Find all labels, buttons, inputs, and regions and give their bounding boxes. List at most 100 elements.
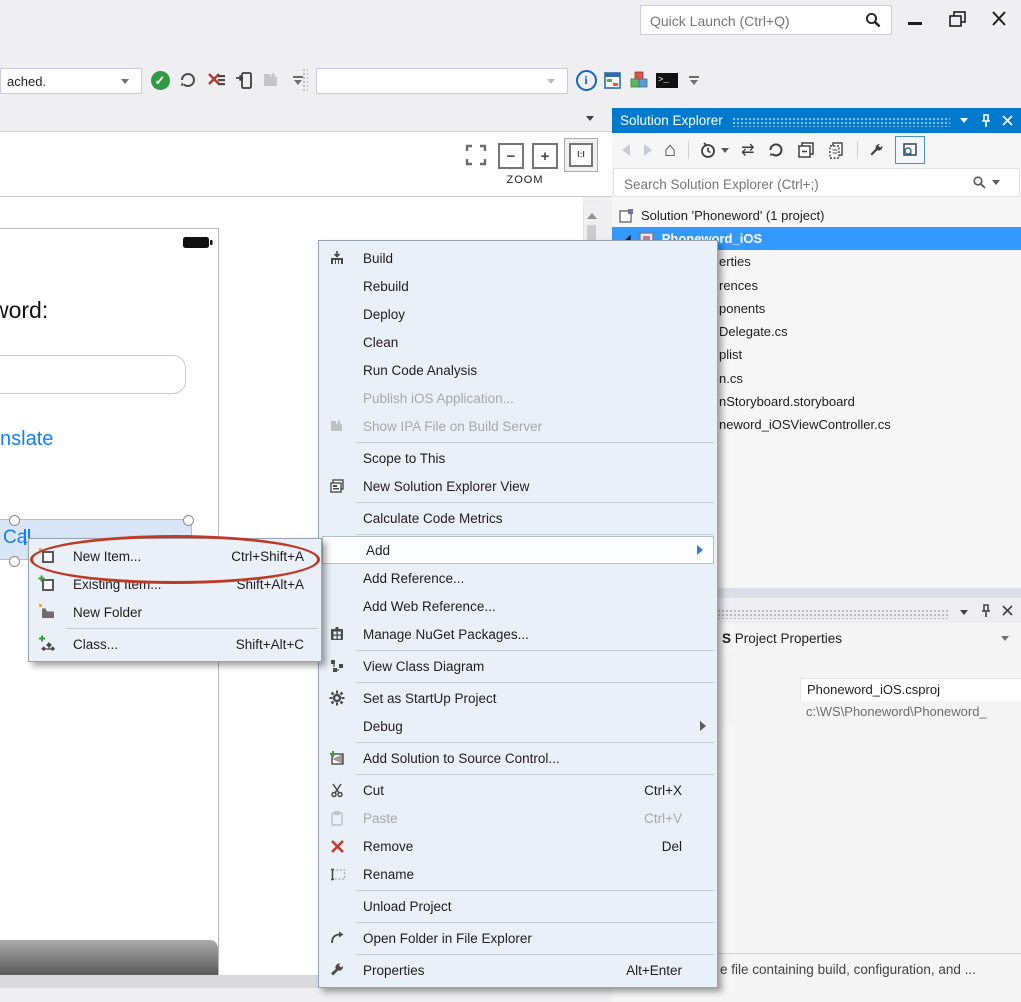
scrollbar-up-arrow[interactable] (587, 213, 597, 219)
titlebar-grip (733, 118, 950, 127)
menu-item-unload-project[interactable]: Unload Project (320, 892, 716, 920)
preview-selected-items-button[interactable] (895, 136, 925, 164)
solution-explorer-titlebar[interactable]: Solution Explorer (612, 108, 1021, 133)
menu-separator (356, 954, 714, 955)
menu-item-calculate-code-metrics[interactable]: Calculate Code Metrics (320, 504, 716, 532)
menu-separator (356, 502, 714, 503)
quick-launch-box[interactable] (640, 5, 892, 35)
document-dropdown-icon[interactable] (583, 112, 597, 126)
pin-icon[interactable] (980, 114, 992, 128)
refresh-icon[interactable] (767, 141, 785, 159)
property-value-cell[interactable]: Phoneword_iOS.csproj (800, 678, 1021, 702)
tree-item-fragment[interactable]: Delegate.cs (719, 324, 788, 339)
tree-item-fragment[interactable]: n.cs (719, 371, 743, 386)
new-solution-explorer-view-icon (320, 478, 354, 494)
restore-button[interactable] (942, 8, 972, 30)
source-control-icon (320, 750, 354, 766)
collapse-all-icon[interactable] (797, 141, 815, 159)
search-options-caret-icon[interactable] (992, 180, 1000, 185)
combo-caret-icon (1001, 636, 1009, 641)
debug-target-combo[interactable] (0, 68, 142, 94)
translate-button-fragment[interactable]: nslate (0, 428, 53, 451)
zoom-out-button[interactable]: − (498, 143, 524, 169)
solution-explorer-search-input[interactable] (622, 176, 956, 193)
menu-item-build[interactable]: Build (320, 244, 716, 272)
tree-item-fragment[interactable]: ponents (719, 301, 765, 316)
menu-item-deploy[interactable]: Deploy (320, 300, 716, 328)
menu-item-add-solution-to-source-control[interactable]: Add Solution to Source Control... (320, 744, 716, 772)
selection-handle[interactable] (9, 515, 20, 526)
window-position-icon[interactable] (960, 118, 968, 123)
menu-item-add-reference[interactable]: Add Reference... (320, 564, 716, 592)
menu-item-cut[interactable]: Cut Ctrl+X (320, 776, 716, 804)
menu-item-clean[interactable]: Clean (320, 328, 716, 356)
tree-item-fragment[interactable]: rences (719, 278, 758, 293)
build-config-combo-input[interactable] (321, 70, 543, 92)
preview-selected-items-icon (901, 141, 919, 159)
menu-item-manage-nuget-packages[interactable]: Manage NuGet Packages... (320, 620, 716, 648)
filter-dropdown-icon[interactable] (721, 148, 729, 153)
menu-item-properties[interactable]: Properties Alt+Enter (320, 956, 716, 984)
tree-row-solution[interactable]: Solution 'Phoneword' (1 project) (612, 204, 1021, 227)
device-log-icon[interactable] (601, 69, 623, 91)
close-icon[interactable] (1002, 115, 1013, 126)
console-icon[interactable]: >_ (656, 69, 678, 91)
toolbar-overflow-icon[interactable] (683, 69, 705, 91)
zoom-one-to-one-button[interactable]: I:I (564, 138, 598, 172)
menu-item-run-code-analysis[interactable]: Run Code Analysis (320, 356, 716, 384)
menu-item-class[interactable]: Class... Shift+Alt+C (30, 630, 320, 658)
menu-item-view-class-diagram[interactable]: View Class Diagram (320, 652, 716, 680)
submenu-arrow-icon (700, 721, 706, 731)
device-sync-icon[interactable] (233, 69, 255, 91)
sync-with-active-document-icon[interactable]: ⇄ (741, 140, 754, 160)
debug-target-combo-input[interactable] (5, 70, 117, 92)
properties-wrench-icon[interactable] (868, 142, 885, 159)
close-icon[interactable] (1002, 605, 1013, 616)
device-connected-icon[interactable]: ✓ (149, 69, 171, 91)
back-icon[interactable] (622, 144, 630, 156)
refresh-connection-icon[interactable] (177, 69, 199, 91)
pending-changes-filter-icon[interactable] (699, 141, 717, 159)
tree-item-fragment[interactable]: nStoryboard.storyboard (719, 394, 855, 409)
menu-separator (356, 890, 714, 891)
minimize-button[interactable] (900, 8, 930, 30)
menu-item-new-solution-explorer-view[interactable]: New Solution Explorer View (320, 472, 716, 500)
phone-number-textfield[interactable] (0, 355, 186, 394)
property-value: Phoneword_iOS.csproj (807, 682, 940, 697)
menu-item-add-web-reference[interactable]: Add Web Reference... (320, 592, 716, 620)
menu-item-open-folder-in-file-explorer[interactable]: Open Folder in File Explorer (320, 924, 716, 952)
phoneword-label-fragment: word: (0, 297, 48, 324)
menu-item-rename[interactable]: Rename (320, 860, 716, 888)
menu-item-rebuild[interactable]: Rebuild (320, 272, 716, 300)
submenu-arrow-icon (697, 545, 703, 555)
selection-handle[interactable] (9, 556, 20, 567)
menu-item-add[interactable]: Add (322, 536, 714, 564)
disconnect-icon[interactable] (205, 69, 227, 91)
tree-item-fragment[interactable]: plist (719, 347, 742, 362)
show-ipa-toolbar-icon (260, 69, 282, 91)
toolbar-grip[interactable] (302, 68, 308, 92)
menu-item-scope-to-this[interactable]: Scope to This (320, 444, 716, 472)
build-config-combo[interactable] (316, 68, 568, 94)
zoom-fit-icon[interactable] (464, 143, 488, 167)
tree-item-fragment[interactable]: erties (719, 254, 751, 269)
toolbar-separator (857, 141, 858, 159)
tree-item-fragment[interactable]: neword_iOSViewController.cs (719, 417, 891, 432)
menu-item-set-as-startup-project[interactable]: Set as StartUp Project (320, 684, 716, 712)
show-all-files-icon[interactable] (827, 141, 845, 159)
solution-explorer-search[interactable] (613, 168, 1020, 197)
menu-item-new-folder[interactable]: New Folder (30, 598, 320, 626)
zoom-in-button[interactable]: + (532, 143, 558, 169)
close-button[interactable] (984, 8, 1014, 30)
menu-item-remove[interactable]: Remove Del (320, 832, 716, 860)
packages-cubes-icon[interactable] (628, 69, 650, 91)
window-position-icon[interactable] (960, 610, 968, 615)
menu-item-debug[interactable]: Debug (320, 712, 716, 740)
zoom-label: ZOOM (495, 174, 555, 186)
home-icon[interactable]: ⌂ (664, 141, 676, 159)
quick-launch-input[interactable] (648, 8, 862, 34)
pin-icon[interactable] (980, 604, 992, 618)
forward-icon[interactable] (644, 144, 652, 156)
info-icon[interactable]: i (575, 69, 597, 91)
selection-handle[interactable] (183, 515, 194, 526)
